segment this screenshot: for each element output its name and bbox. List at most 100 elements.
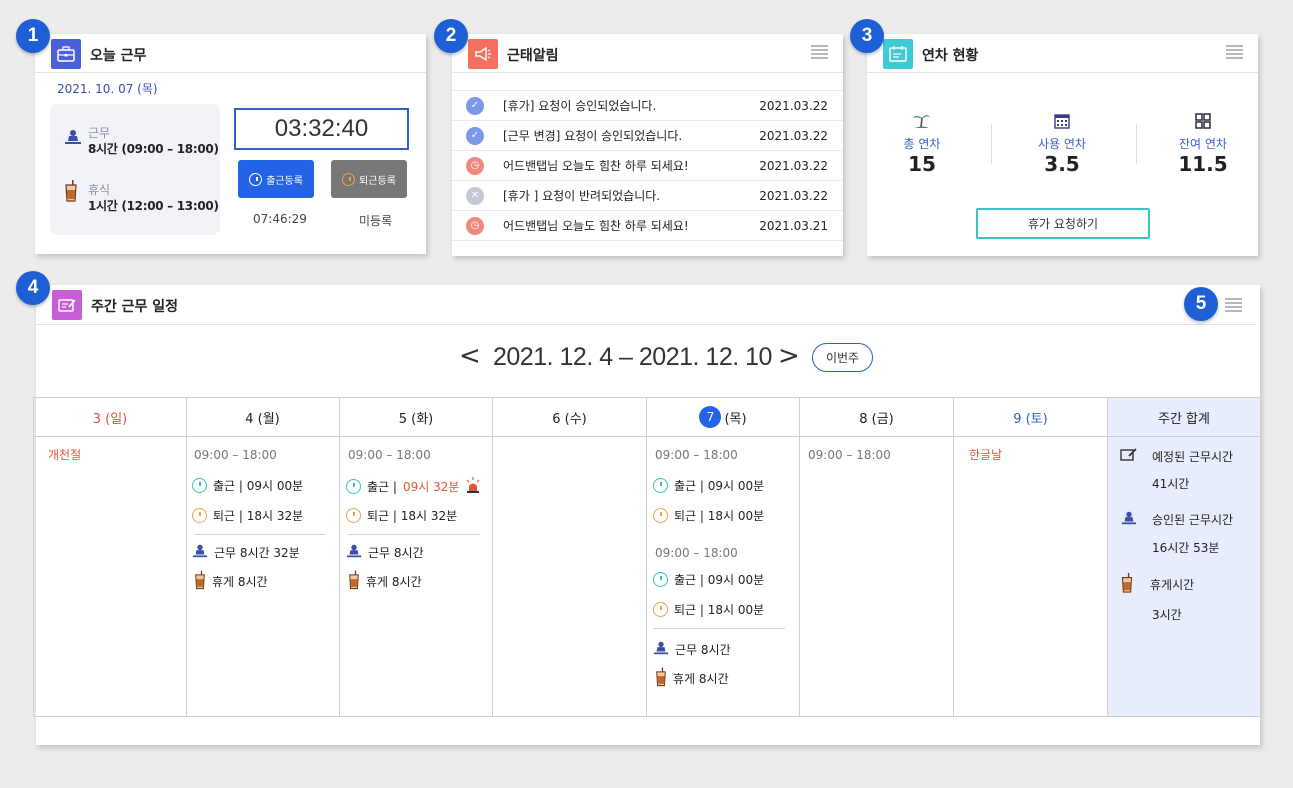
checkin-record: 출근 | 09시 00분 <box>653 477 764 494</box>
card-header: 주간 근무 일정 <box>36 285 1256 325</box>
day-column-tue[interactable]: 5 (화) 09:00 – 18:00 출근 | 09시 32분 퇴근 | 18시… <box>340 398 493 716</box>
day-label: 8 (금) <box>859 411 894 427</box>
day-label: 9 (토) <box>1013 411 1048 427</box>
total-leave-value: 15 <box>908 152 936 176</box>
rest-total: 휴게 8시간 <box>348 570 422 593</box>
work-total-text: 근무 8시간 32분 <box>214 546 300 560</box>
work-total: 근무 8시간 32분 <box>192 543 300 562</box>
rest-total-text: 휴게 8시간 <box>366 575 422 589</box>
list-view-icon[interactable] <box>1226 45 1243 60</box>
next-week-button[interactable]: > <box>778 341 800 371</box>
drink-cup-icon <box>348 570 360 593</box>
late-time: 09시 32분 <box>402 480 460 494</box>
list-view-icon[interactable] <box>1225 298 1242 313</box>
clock-icon <box>249 172 263 186</box>
today-date: 2021. 10. 07 (목) <box>57 82 158 96</box>
clock-icon <box>653 508 668 523</box>
card-title: 주간 근무 일정 <box>91 299 179 315</box>
used-leave-value: 3.5 <box>1044 152 1080 176</box>
clock-icon <box>653 602 668 617</box>
checkout-text: 퇴근 | 18시 00분 <box>674 603 765 617</box>
work-info-box: 근무 8시간 (09:00 – 18:00) 휴식 1시간 (12:00 – 1… <box>50 104 220 235</box>
divider <box>348 534 480 535</box>
scheduled-hours: 09:00 – 18:00 <box>808 448 891 462</box>
checkin-time: 07:46:29 <box>253 212 307 226</box>
day-header: 7 (목) <box>647 398 799 437</box>
checkout-text: 퇴근 | 18시 32분 <box>367 509 458 523</box>
rest-label: 휴게시간 <box>1150 578 1195 592</box>
approved-row: 승인된 근무시간 <box>1120 510 1233 529</box>
day-column-thu[interactable]: 7 (목) 09:00 – 18:00 출근 | 09시 00분 퇴근 | 18시… <box>647 398 800 716</box>
attendance-alerts-card: 근태알림 ✓ [휴가] 요청이 승인되었습니다. 2021.03.22 ✓ [근… <box>452 34 843 256</box>
this-week-button[interactable]: 이번주 <box>812 343 873 372</box>
work-value: 8시간 (09:00 – 18:00) <box>88 142 219 156</box>
calendar-grid-icon <box>1007 112 1117 132</box>
drink-cup-icon <box>1120 573 1134 596</box>
summary-label: 주간 합계 <box>1158 411 1210 427</box>
weekly-schedule-card: 주간 근무 일정 < 2021. 12. 4 – 2021. 12. 10 > … <box>33 285 1261 745</box>
alert-text: [휴가] 요청이 승인되었습니다. <box>503 99 657 113</box>
step-badge-3: 3 <box>850 19 884 53</box>
divider <box>653 628 785 629</box>
checkin-button[interactable]: 출근등록 <box>238 160 314 198</box>
worker-icon <box>64 128 82 150</box>
step-badge-1: 1 <box>16 19 50 53</box>
check-icon: ✓ <box>466 96 484 115</box>
checkout-record: 퇴근 | 18시 32분 <box>346 507 457 524</box>
rest-value: 1시간 (12:00 – 13:00) <box>88 199 219 213</box>
clock-icon <box>192 508 207 523</box>
checkout-button-label: 퇴근등록 <box>359 175 396 187</box>
remaining-leave-stat: 잔여 연차 11.5 <box>1148 112 1258 176</box>
day-column-fri[interactable]: 8 (금) 09:00 – 18:00 <box>800 398 954 716</box>
step-badge-4: 4 <box>16 271 50 305</box>
checkin-record: 출근 | 09시 32분 <box>346 477 481 496</box>
alert-text: [근무 변경] 요청이 승인되었습니다. <box>503 129 683 143</box>
list-view-icon[interactable] <box>811 45 828 60</box>
work-total: 근무 8시간 <box>346 543 424 562</box>
drink-cup-icon <box>194 570 206 593</box>
alert-row[interactable]: ◷ 어드밴탭님 오늘도 힘찬 하루 되세요! 2021.03.21 <box>452 211 843 241</box>
card-header: 연차 현황 <box>867 34 1258 73</box>
step-badge-2: 2 <box>434 19 468 53</box>
prev-week-button[interactable]: < <box>459 341 481 371</box>
approved-value: 16시간 53분 <box>1152 541 1220 555</box>
day-label: 3 (일) <box>92 411 128 427</box>
checkout-text: 퇴근 | 18시 32분 <box>213 509 304 523</box>
checkout-button[interactable]: 퇴근등록 <box>331 160 407 198</box>
alert-row[interactable]: ✓ [휴가] 요청이 승인되었습니다. 2021.03.22 <box>452 91 843 121</box>
planned-hours: 예정된 근무시간 41시간 <box>1120 448 1233 492</box>
alert-row[interactable]: ✕ [휴가 ] 요청이 반려되었습니다. 2021.03.22 <box>452 181 843 211</box>
checkout-text: 퇴근 | 18시 00분 <box>674 509 765 523</box>
card-title: 연차 현황 <box>922 48 979 64</box>
day-header: 4 (월) <box>186 398 339 437</box>
alert-date: 2021.03.22 <box>759 98 828 113</box>
day-label: 4 (월) <box>245 411 280 427</box>
remaining-leave-value: 11.5 <box>1178 152 1228 176</box>
rest-value: 3시간 <box>1152 608 1182 622</box>
clock-icon <box>342 172 356 186</box>
checkin-text: 출근 | 09시 00분 <box>674 573 765 587</box>
alert-text: [휴가 ] 요청이 반려되었습니다. <box>503 189 661 203</box>
checkin-record: 출근 | 09시 00분 <box>653 571 764 588</box>
day-column-wed[interactable]: 6 (수) <box>493 398 647 716</box>
scheduled-hours: 09:00 – 18:00 <box>194 448 277 462</box>
alarm-siren-icon <box>465 477 481 496</box>
alert-row[interactable]: ◷ 어드밴탭님 오늘도 힘찬 하루 되세요! 2021.03.22 <box>452 151 843 181</box>
total-leave-label: 총 연차 <box>903 137 941 151</box>
day-header: 9 (토) <box>954 398 1107 437</box>
day-header: 3 (일) <box>34 398 186 437</box>
day-column-sun[interactable]: 3 (일) 개천절 <box>34 398 187 716</box>
day-column-sat[interactable]: 9 (토) 한글날 <box>954 398 1108 716</box>
drink-cup-icon <box>64 180 78 206</box>
alert-row[interactable]: ✓ [근무 변경] 요청이 승인되었습니다. 2021.03.22 <box>452 121 843 151</box>
clock-icon: ◷ <box>466 216 484 235</box>
planned-value: 41시간 <box>1152 477 1190 491</box>
leave-status-card: 연차 현황 총 연차 15 사용 연차 3.5 잔여 연차 11.5 휴가 요청… <box>867 34 1258 256</box>
worker-icon <box>653 640 669 659</box>
divider <box>194 534 326 535</box>
work-label: 근무 <box>88 126 111 140</box>
day-column-mon[interactable]: 4 (월) 09:00 – 18:00 출근 | 09시 00분 퇴근 | 18… <box>186 398 340 716</box>
weekly-summary-column: 주간 합계 예정된 근무시간 41시간 승인된 근무시간 16시간 53분 휴게… <box>1108 398 1261 716</box>
request-leave-button[interactable]: 휴가 요청하기 <box>976 208 1150 239</box>
today-work-card: 오늘 근무 2021. 10. 07 (목) 근무 8시간 (09:00 – 1… <box>35 34 426 254</box>
